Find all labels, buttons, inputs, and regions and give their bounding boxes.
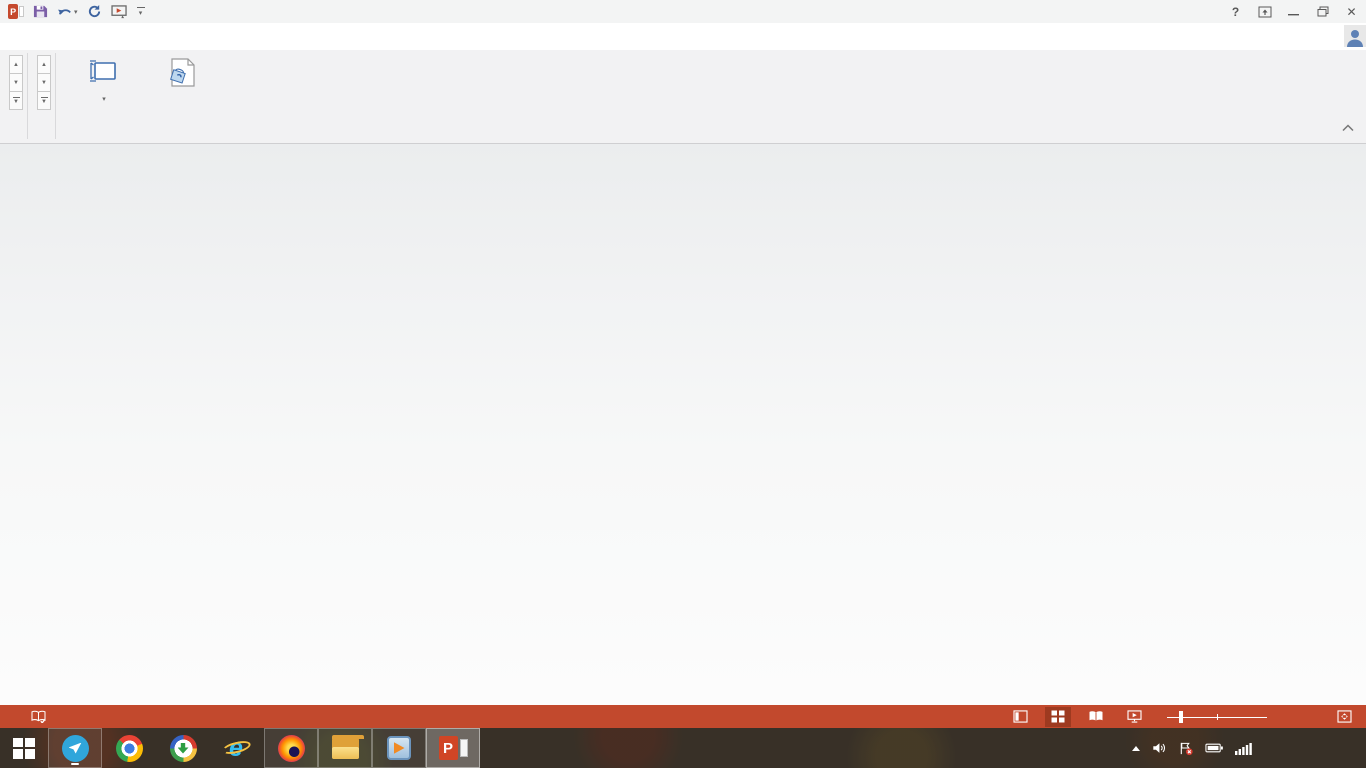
help-icon[interactable]: ? — [1221, 1, 1250, 23]
themes-group-label — [6, 126, 23, 143]
battery-icon[interactable] — [1205, 742, 1224, 754]
format-background-button[interactable] — [144, 53, 220, 91]
telegram-icon — [62, 735, 89, 762]
chrome-icon — [116, 735, 143, 762]
slide-sorter-view-icon[interactable] — [1045, 707, 1071, 727]
windows-logo-icon — [13, 738, 35, 759]
zoom-slider[interactable] — [1167, 711, 1267, 723]
format-background-icon — [166, 55, 198, 91]
undo-icon[interactable]: ▾ — [57, 3, 78, 21]
minimize-icon[interactable] — [1279, 1, 1308, 23]
slide-size-icon — [89, 55, 119, 91]
start-button[interactable] — [0, 728, 48, 768]
ribbon-display-options-icon[interactable] — [1250, 1, 1279, 23]
close-icon[interactable]: ✕ — [1337, 1, 1366, 23]
themes-gallery-scroll: ▲ ▼ ▼ — [9, 56, 23, 110]
firefox-icon — [278, 735, 305, 762]
fit-slide-to-window-icon[interactable] — [1331, 707, 1357, 727]
start-from-beginning-icon[interactable] — [111, 3, 128, 21]
media-player-icon — [387, 736, 411, 760]
themes-more-icon[interactable]: ▼ — [9, 91, 23, 110]
repeat-icon[interactable] — [87, 3, 102, 21]
powerpoint-icon: P — [439, 736, 468, 760]
taskbar-media-player[interactable] — [372, 728, 426, 768]
quick-access-toolbar: P ▾ ▾ — [0, 3, 145, 21]
sign-in[interactable] — [1337, 25, 1366, 47]
normal-view-icon[interactable] — [1007, 707, 1033, 727]
volume-icon[interactable] — [1151, 741, 1167, 755]
zoom-control — [1159, 711, 1275, 723]
taskbar-idm[interactable] — [156, 728, 210, 768]
restore-icon[interactable] — [1308, 1, 1337, 23]
variants-gallery-scroll: ▲ ▼ ▼ — [37, 56, 51, 110]
collapse-ribbon-icon[interactable] — [1342, 119, 1354, 137]
internet-explorer-icon: e — [223, 734, 251, 762]
themes-scroll-down-icon[interactable]: ▼ — [9, 73, 23, 92]
taskbar-powerpoint[interactable]: P — [426, 728, 480, 768]
windows-taskbar: e P — [0, 728, 1366, 768]
customize-group: ▾ — [56, 50, 228, 143]
ribbon-tab-row — [0, 23, 1366, 50]
variants-more-icon[interactable]: ▼ — [37, 91, 51, 110]
slide-grid — [0, 144, 1290, 159]
idm-icon — [170, 735, 197, 762]
system-tray — [1132, 728, 1366, 768]
telegram-badge — [71, 763, 79, 765]
undo-dropdown-caret[interactable]: ▾ — [74, 8, 78, 16]
customize-qat-icon[interactable]: ▾ — [137, 3, 145, 21]
slide-sorter-area — [0, 144, 1366, 705]
action-center-flag-icon[interactable] — [1178, 741, 1194, 756]
taskbar-telegram[interactable] — [48, 728, 102, 768]
network-signal-icon[interactable] — [1235, 742, 1253, 755]
hidden-icons-chevron[interactable] — [1132, 746, 1140, 751]
spell-check-icon[interactable] — [31, 707, 46, 727]
themes-scroll-up-icon[interactable]: ▲ — [9, 55, 23, 74]
taskbar-internet-explorer[interactable]: e — [210, 728, 264, 768]
powerpoint-window: P ▾ ▾ ? — [0, 0, 1366, 768]
customize-group-label — [62, 126, 224, 143]
status-bar — [0, 705, 1366, 728]
variants-scroll-up-icon[interactable]: ▲ — [37, 55, 51, 74]
save-icon[interactable] — [33, 3, 48, 21]
taskbar-chrome[interactable] — [102, 728, 156, 768]
title-bar: P ▾ ▾ ? — [0, 0, 1366, 23]
taskbar-file-explorer[interactable] — [318, 728, 372, 768]
slide-size-button[interactable]: ▾ — [66, 53, 142, 107]
taskbar-firefox[interactable] — [264, 728, 318, 768]
reading-view-icon[interactable] — [1083, 707, 1109, 727]
slide-show-icon[interactable] — [1121, 707, 1147, 727]
powerpoint-app-icon[interactable]: P — [8, 3, 24, 21]
file-explorer-icon — [332, 738, 359, 759]
variants-scroll-down-icon[interactable]: ▼ — [37, 73, 51, 92]
zoom-slider-handle[interactable] — [1179, 711, 1183, 723]
window-controls: ? ✕ — [1221, 1, 1366, 23]
themes-group: ▲ ▼ ▼ — [0, 50, 27, 143]
variants-group: ▲ ▼ ▼ — [28, 50, 55, 143]
ribbon-design-tab-content: ▲ ▼ ▼ ▲ ▼ ▼ — [0, 50, 1366, 144]
user-avatar-icon[interactable] — [1344, 25, 1366, 47]
variants-group-label — [34, 126, 51, 143]
